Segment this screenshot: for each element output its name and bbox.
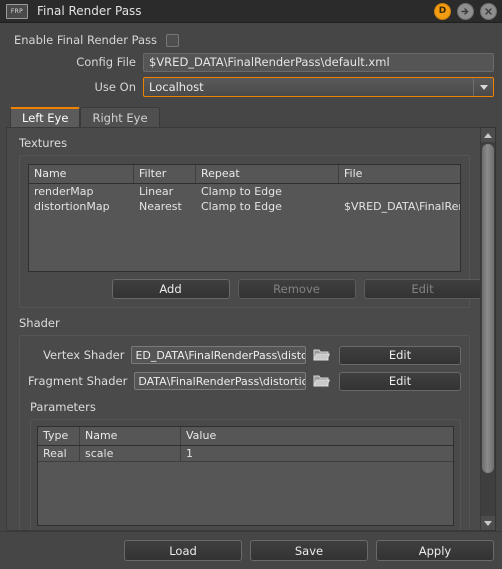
parameters-table-empty-area[interactable] [38,462,453,525]
column-header-repeat[interactable]: Repeat [196,165,339,183]
column-header-value[interactable]: Value [181,427,453,445]
textures-group: Textures Name Filter Repeat File renderM… [19,136,480,308]
top-fields: Enable Final Render Pass Config File $VR… [0,23,502,105]
enable-final-render-pass-checkbox[interactable] [166,33,180,47]
vertex-shader-row: Vertex Shader ED_DATA\FinalRenderPass\di… [28,344,461,366]
table-row[interactable]: renderMap Linear Clamp to Edge [29,184,460,199]
textures-table-empty-area[interactable] [29,214,460,271]
scrollbar-thumb[interactable] [482,144,494,474]
column-header-filter[interactable]: Filter [134,165,196,183]
table-row[interactable]: Real scale 1 [38,446,453,462]
remove-texture-button[interactable]: Remove [237,279,356,299]
cell-file: $VRED_DATA\FinalRenderPass\... [344,200,460,213]
chevron-down-icon[interactable] [473,78,493,96]
cell-name: distortionMap [34,200,110,213]
shader-group-title: Shader [19,316,60,330]
cell-repeat: Clamp to Edge [201,185,282,198]
textures-table[interactable]: Name Filter Repeat File renderMap Linear… [28,164,461,272]
cell-name: scale [80,446,181,461]
vertex-shader-label: Vertex Shader [43,348,125,362]
folder-open-icon[interactable] [311,372,331,391]
parameters-group: Parameters Type Name Value Real scale 1 [30,400,461,530]
app-icon: FRP [6,3,28,19]
tab-content-wrap: Textures Name Filter Repeat File renderM… [0,127,502,531]
enable-final-render-pass-label: Enable Final Render Pass [14,33,158,47]
scroll-up-icon[interactable] [481,128,495,142]
content-scrollbar[interactable] [481,127,496,531]
window-title: Final Render Pass [37,4,142,18]
parameters-group-body: Type Name Value Real scale 1 [30,419,461,530]
detach-arrow-icon[interactable] [457,2,474,20]
load-button[interactable]: Load [124,540,242,561]
folder-open-icon[interactable] [311,346,331,365]
column-header-file[interactable]: File [339,165,460,183]
cell-file [339,184,460,199]
use-on-value: Localhost [149,80,204,94]
footer-buttons: Load Save Apply [0,531,502,569]
shader-group-body: Vertex Shader ED_DATA\FinalRenderPass\di… [19,335,470,530]
scroll-down-icon[interactable] [481,516,495,530]
docking-icon[interactable]: D [434,2,451,20]
config-file-input[interactable]: $VRED_DATA\FinalRenderPass\default.xml [143,52,494,72]
shader-group: Shader Vertex Shader ED_DATA\FinalRender… [19,316,470,530]
edit-texture-button[interactable]: Edit [363,279,480,299]
cell-type: Real [38,446,80,461]
textures-buttons: Add Remove Edit [28,279,480,299]
parameters-group-title: Parameters [30,400,96,414]
add-texture-button[interactable]: Add [111,279,230,299]
use-on-label: Use On [94,80,136,94]
textures-group-title: Textures [19,136,68,150]
tab-right-eye[interactable]: Right Eye [80,107,160,127]
parameters-table-header: Type Name Value [38,427,453,446]
close-icon[interactable] [480,2,497,20]
table-row[interactable]: distortionMap Nearest Clamp to Edge $VRE… [29,199,460,214]
title-bar-buttons: D [434,2,497,20]
vertex-shader-edit-button[interactable]: Edit [339,345,461,365]
use-on-row: Use On Localhost [8,76,494,98]
cell-value[interactable]: 1 [181,446,453,461]
save-button[interactable]: Save [250,540,368,561]
cell-repeat: Clamp to Edge [201,200,282,213]
config-file-label: Config File [76,55,136,69]
column-header-type[interactable]: Type [38,427,80,445]
cell-filter: Nearest [139,200,182,213]
eye-tabs: Left Eye Right Eye [0,105,502,127]
textures-group-body: Name Filter Repeat File renderMap Linear… [19,155,480,308]
fragment-shader-row: Fragment Shader DATA\FinalRenderPass\dis… [28,370,461,392]
vertex-shader-input[interactable]: ED_DATA\FinalRenderPass\distortion.vp [131,346,306,364]
title-bar: FRP Final Render Pass D [0,0,502,23]
final-render-pass-window: FRP Final Render Pass D Enable Final Ren… [0,0,502,569]
enable-final-render-pass-row: Enable Final Render Pass [8,29,494,51]
tab-content-left-eye: Textures Name Filter Repeat File renderM… [6,127,481,531]
column-header-name[interactable]: Name [80,427,181,445]
textures-table-header: Name Filter Repeat File [29,165,460,184]
scrollbar-track[interactable] [481,142,495,516]
parameters-table[interactable]: Type Name Value Real scale 1 [37,426,454,526]
fragment-shader-label: Fragment Shader [28,374,128,388]
cell-filter: Linear [139,185,174,198]
apply-button[interactable]: Apply [376,540,494,561]
fragment-shader-edit-button[interactable]: Edit [339,371,461,391]
cell-name: renderMap [34,185,94,198]
tab-left-eye[interactable]: Left Eye [10,107,81,127]
fragment-shader-input[interactable]: DATA\FinalRenderPass\distortion-left.fp [134,372,306,390]
use-on-dropdown[interactable]: Localhost [143,77,494,97]
column-header-name[interactable]: Name [29,165,134,183]
config-file-row: Config File $VRED_DATA\FinalRenderPass\d… [8,51,494,73]
